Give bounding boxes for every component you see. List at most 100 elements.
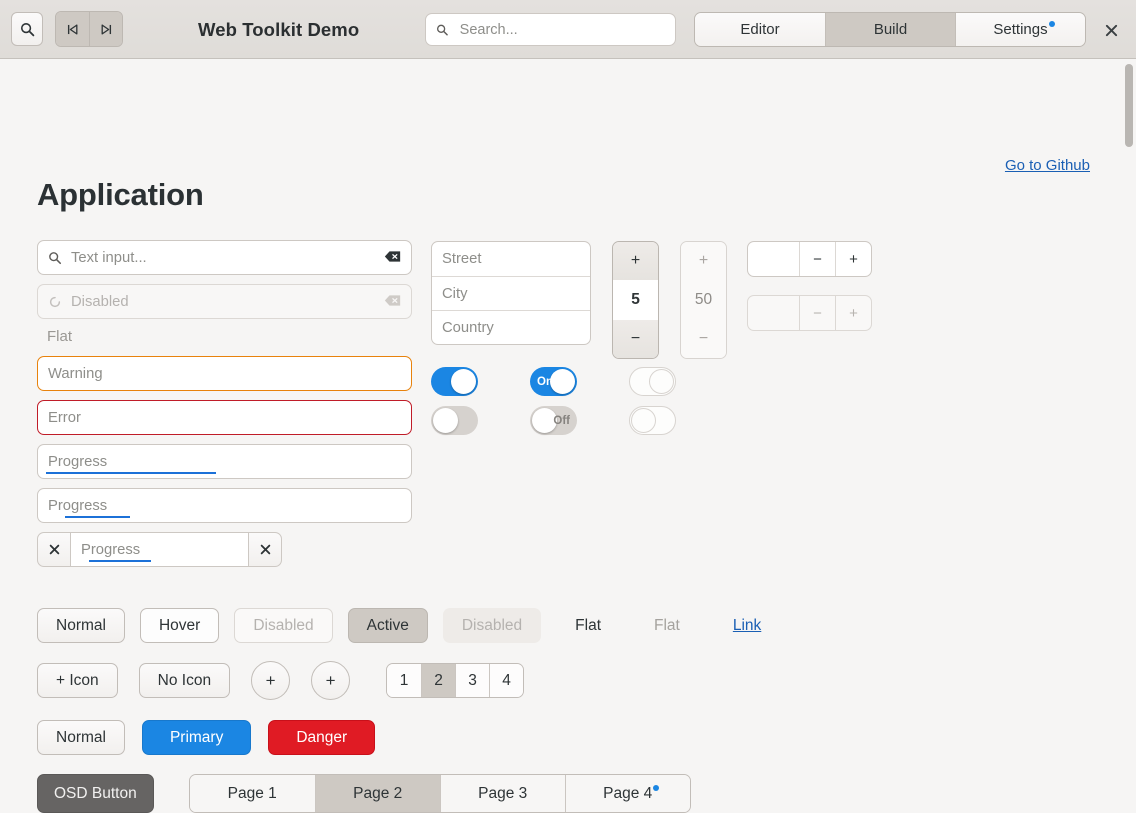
close-icon: [49, 544, 59, 555]
toggle-outline-left[interactable]: [629, 406, 676, 435]
spinner-decrement-button[interactable]: −: [613, 320, 658, 358]
button-with-icon[interactable]: + Icon: [37, 663, 118, 698]
button-flat[interactable]: Flat: [556, 608, 620, 643]
skip-to-end-button[interactable]: [89, 12, 122, 46]
skip-to-start-button[interactable]: [56, 12, 89, 46]
button-link[interactable]: Link: [714, 608, 780, 643]
button-primary[interactable]: Primary: [141, 720, 252, 755]
city-input[interactable]: City: [432, 276, 590, 310]
country-input[interactable]: Country: [432, 310, 590, 344]
progress-group-right-button[interactable]: [248, 532, 282, 567]
text-input-row[interactable]: Text input...: [37, 240, 412, 275]
search-icon: [49, 251, 62, 264]
toggle-outline-right[interactable]: [629, 367, 676, 396]
progress-input-row-1[interactable]: Progress: [37, 444, 412, 479]
pager-page-1[interactable]: 1: [387, 664, 422, 697]
toggle-on-labeled[interactable]: On: [530, 367, 577, 396]
page-tab-4-label: Page 4: [603, 784, 653, 802]
progress-group-input[interactable]: Progress: [71, 532, 248, 567]
page-tab-3[interactable]: Page 3: [439, 775, 565, 812]
skip-to-end-icon: [101, 23, 111, 35]
spinner-increment-button[interactable]: +: [613, 242, 658, 280]
tab-build[interactable]: Build: [825, 13, 955, 46]
spinner-increment-button[interactable]: +: [835, 242, 871, 276]
page-tab-2[interactable]: Page 2: [314, 775, 440, 812]
toggle-off-plain[interactable]: [431, 406, 478, 435]
button-flat-disabled: Disabled: [442, 608, 542, 643]
toggle-row-bottom: Off: [431, 406, 676, 435]
settings-badge-dot: [1048, 21, 1055, 27]
backspace-icon: [384, 294, 401, 310]
nav-button-group: [55, 11, 123, 47]
toggle-row-top: On: [431, 367, 676, 396]
progress-group-placeholder: Progress: [81, 541, 141, 558]
search-icon: [20, 22, 34, 36]
pager-page-3[interactable]: 3: [455, 664, 490, 697]
button-flat-dim: Flat: [654, 616, 680, 634]
header-tab-group: Editor Build Settings: [694, 12, 1086, 47]
progress-bar-2: [65, 515, 130, 518]
progress-input-row-2[interactable]: Progress: [37, 488, 412, 523]
button-row-icons: + Icon No Icon + + 1 2 3 4: [37, 661, 525, 700]
toggle-on-plain[interactable]: [431, 367, 478, 396]
spinner-value: 50: [681, 280, 726, 320]
progress-input-1-placeholder: Progress: [48, 453, 108, 470]
page-tab-4-badge-dot: [652, 785, 659, 791]
tab-settings-label: Settings: [993, 21, 1048, 38]
vertical-scrollbar-thumb[interactable]: [1125, 64, 1133, 147]
osd-button[interactable]: OSD Button: [37, 774, 154, 813]
page-tab-3-label: Page 3: [478, 784, 528, 802]
spinner-value[interactable]: 5: [613, 280, 658, 320]
warning-input-row[interactable]: Warning: [37, 356, 412, 391]
disabled-input-row: Disabled: [37, 284, 412, 319]
toggle-off-labeled[interactable]: Off: [530, 406, 577, 435]
button-no-icon[interactable]: No Icon: [138, 663, 231, 698]
skip-to-start-icon: [67, 23, 78, 35]
page-tab-1[interactable]: Page 1: [189, 775, 315, 812]
error-input-row[interactable]: Error: [37, 400, 412, 435]
text-input-placeholder: Text input...: [71, 249, 147, 266]
button-normal[interactable]: Normal: [37, 608, 125, 643]
button-active[interactable]: Active: [347, 608, 428, 643]
header-search-box[interactable]: [425, 13, 676, 46]
progress-input-2-placeholder: Progress: [48, 497, 108, 514]
toggle-knob: [433, 408, 458, 433]
search-input[interactable]: [457, 20, 665, 39]
street-input[interactable]: Street: [432, 242, 590, 276]
inputs-column: Text input... Disabled Flat Warning Erro…: [37, 240, 412, 567]
circle-add-button-1[interactable]: +: [251, 661, 291, 700]
page-tab-1-label: Page 1: [227, 784, 277, 802]
window-close-button[interactable]: [1098, 17, 1124, 43]
vertical-scrollbar-track[interactable]: [1122, 59, 1136, 783]
button-normal-2[interactable]: Normal: [37, 720, 125, 755]
spinner-icon: [49, 296, 61, 307]
spinner-increment-button: +: [681, 242, 726, 280]
vertical-spinner-enabled: + 5 −: [612, 241, 659, 359]
circle-add-button-2[interactable]: +: [311, 661, 351, 700]
disabled-input-placeholder: Disabled: [71, 293, 129, 310]
header-left-group: [0, 11, 123, 47]
warning-input-placeholder: Warning: [48, 365, 103, 382]
tab-editor-label: Editor: [740, 21, 780, 38]
button-danger[interactable]: Danger: [268, 720, 376, 755]
button-disabled: Disabled: [234, 608, 333, 643]
github-link[interactable]: Go to Github: [1005, 157, 1090, 174]
progress-bar-1: [46, 471, 216, 474]
search-button[interactable]: [11, 12, 43, 46]
horizontal-spinner-field[interactable]: [748, 242, 799, 276]
button-hover[interactable]: Hover: [139, 608, 220, 643]
spinner-decrement-button[interactable]: −: [799, 242, 835, 276]
header-bar: Web Toolkit Demo Editor Build Settings: [0, 0, 1136, 59]
progress-group-left-button[interactable]: [37, 532, 71, 567]
backspace-icon[interactable]: [384, 250, 401, 266]
button-row-colors: Normal Primary Danger: [37, 720, 376, 755]
page-tab-4[interactable]: Page 4: [564, 775, 690, 812]
tab-editor[interactable]: Editor: [695, 13, 825, 46]
tab-settings[interactable]: Settings: [955, 13, 1085, 46]
pager-page-4[interactable]: 4: [489, 664, 524, 697]
toggle-grid: On Off: [431, 367, 676, 445]
horizontal-spinner-enabled: − +: [747, 241, 872, 277]
progress-bar-3: [89, 559, 151, 562]
pager-page-2[interactable]: 2: [421, 664, 456, 697]
pager-group: 1 2 3 4: [386, 663, 525, 698]
